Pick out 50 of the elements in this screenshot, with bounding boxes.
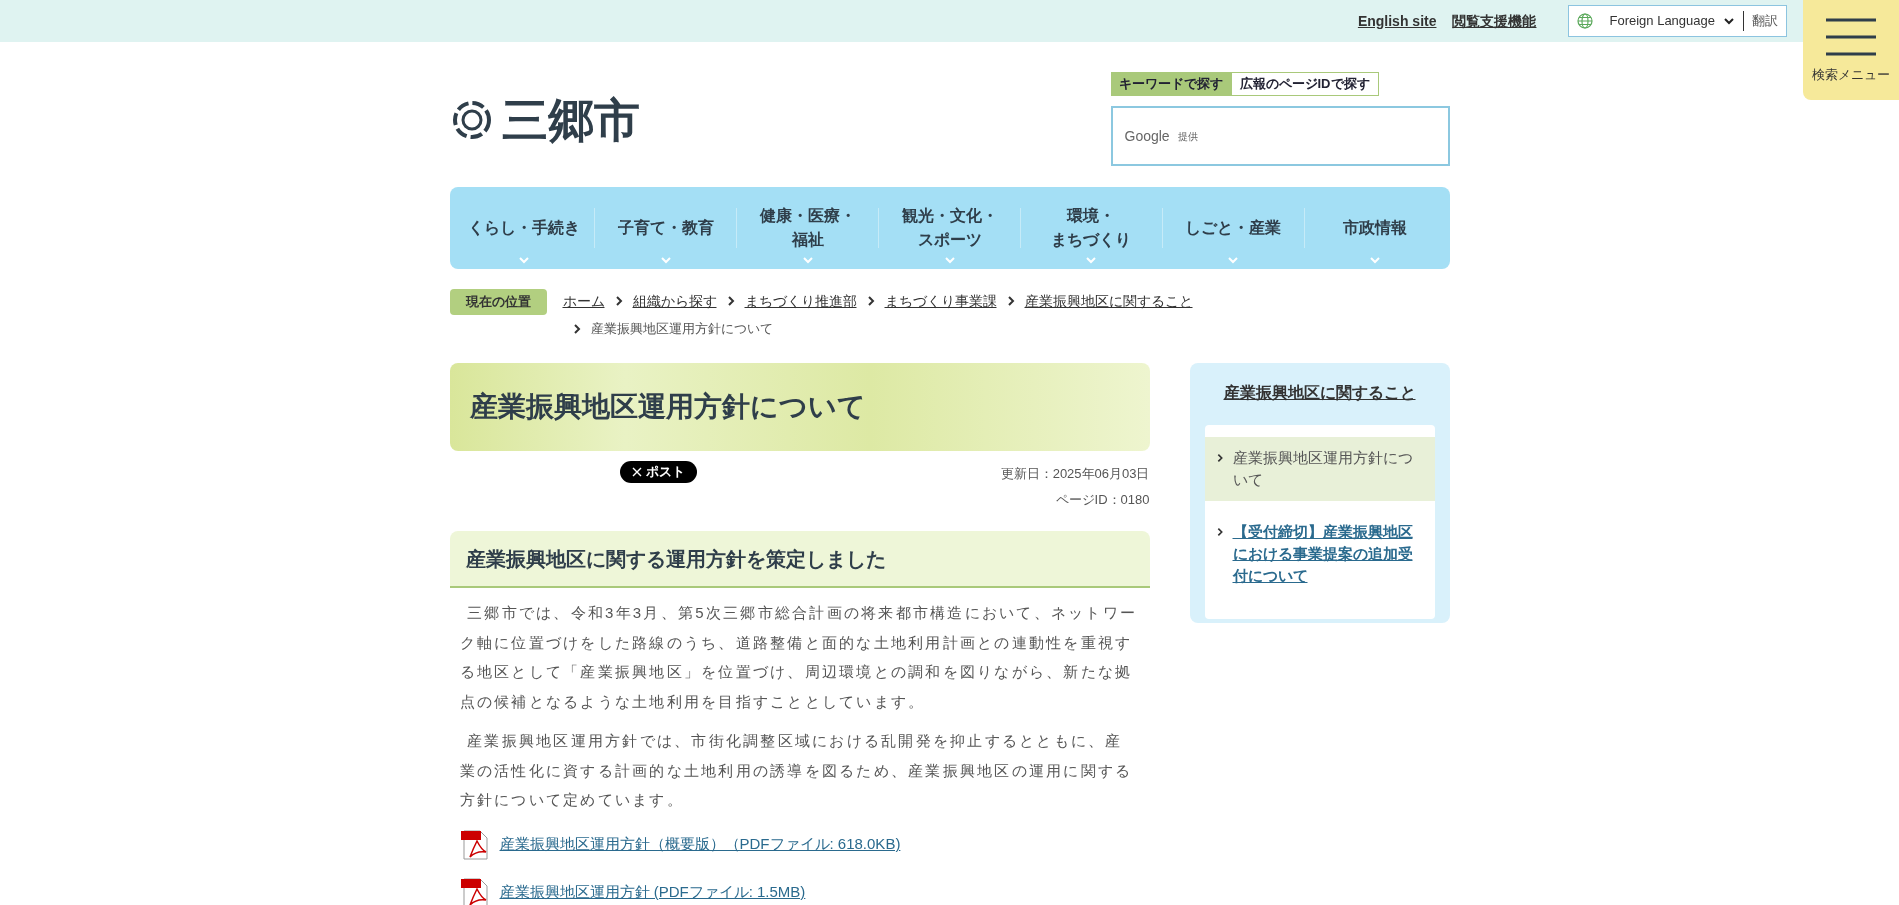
top-link[interactable]: English site (1357, 10, 1437, 32)
pdf-link[interactable]: 産業振興地区運用方針（概要版）（PDFファイル: 618.0KB) (499, 833, 901, 856)
chevron-down-icon (1369, 254, 1382, 266)
nav-item[interactable]: 健康・医療・ 福祉 (737, 187, 879, 269)
breadcrumb-link[interactable]: まちづくり推進部 (744, 289, 857, 313)
breadcrumb-link[interactable]: まちづくり事業課 (884, 289, 997, 313)
chevron-down-icon (1085, 254, 1098, 266)
updated-date: 更新日：2025年06月03日 (1000, 465, 1150, 483)
nav-item[interactable]: くらし・手続き (453, 187, 595, 269)
page-id: ページID：0180 (1055, 491, 1150, 509)
search-provider-note: 提供 (1177, 129, 1198, 144)
pdf-link[interactable]: 産業振興地区運用方針 (PDFファイル: 1.5MB) (499, 881, 806, 904)
breadcrumb-label: 現在の位置 (449, 289, 547, 315)
nav-item[interactable]: 子育て・教育 (595, 187, 737, 269)
section-heading: 産業振興地区に関する運用方針を策定しました (465, 546, 886, 572)
x-logo-icon (631, 467, 642, 477)
search-tab[interactable]: キーワードで探す (1110, 72, 1231, 96)
search-tab[interactable]: 広報のページIDで探す (1230, 72, 1379, 96)
language-select[interactable]: Foreign Language 翻訳 (1568, 5, 1787, 37)
chevron-down-icon (517, 254, 530, 266)
search-field[interactable]: Google 提供 (1110, 106, 1450, 166)
breadcrumb-link[interactable]: 組織から探す (632, 289, 717, 313)
globe-icon (1577, 13, 1594, 29)
breadcrumb-link[interactable]: ホーム (562, 289, 605, 313)
sidebar-item[interactable]: 【受付締切】産業振興地区における事業提案の追加受付について (1204, 511, 1435, 597)
search-provider: Google (1124, 126, 1170, 146)
breadcrumb-link[interactable]: 産業振興地区に関すること (1024, 289, 1193, 313)
page-title: 産業振興地区運用方針について (469, 390, 866, 424)
nav-item[interactable]: しごと・産業 (1162, 187, 1304, 269)
nav-item[interactable]: 環境・ まちづくり (1020, 187, 1162, 269)
site-logo[interactable]: 三郷市 (501, 97, 640, 143)
sidebar-title[interactable]: 産業振興地区に関すること (1204, 381, 1435, 405)
top-link[interactable]: 閲覧支援機能 (1452, 10, 1537, 32)
chevron-down-icon (1723, 15, 1735, 27)
chevron-down-icon (943, 254, 956, 266)
body-paragraph: 三郷市では、令和3年3月、第5次三郷市総合計画の将来都市構造において、ネットワーク軸に位置づけをした路線のうち、道路整備と面的な土地利用計画との連動性を重視する地区として「産業振興地区」を位置づけ、周辺環境との調和を図りながら、新たな拠点の候補となるような土地利用を目指すこととしています。 (459, 603, 1139, 712)
menu-icon (1826, 18, 1876, 56)
nav-item[interactable]: 市政情報 (1304, 187, 1446, 269)
x-post-button[interactable]: ポスト (619, 461, 697, 483)
sidebar-item[interactable]: 産業振興地区運用方針について (1204, 437, 1435, 501)
translate-button[interactable]: 翻訳 (1752, 11, 1778, 31)
nav-item[interactable]: 観光・文化・ スポーツ (879, 187, 1020, 269)
body-paragraph: 産業振興地区運用方針では、市街化調整区域における乱開発を抑止するとともに、産業の活性化に資する計画的な土地利用の誘導を図るため、産業振興地区の運用に関する方針について定めています。 (459, 731, 1134, 810)
language-value: Foreign Language (1609, 12, 1715, 31)
search-menu-button[interactable]: 検索メニュー (1803, 0, 1899, 100)
chevron-down-icon (1227, 254, 1240, 266)
breadcrumb-current: 産業振興地区運用方針について (590, 320, 773, 338)
chevron-down-icon (659, 254, 672, 266)
pdf-file-icon (459, 828, 490, 861)
chevron-down-icon (801, 254, 814, 266)
